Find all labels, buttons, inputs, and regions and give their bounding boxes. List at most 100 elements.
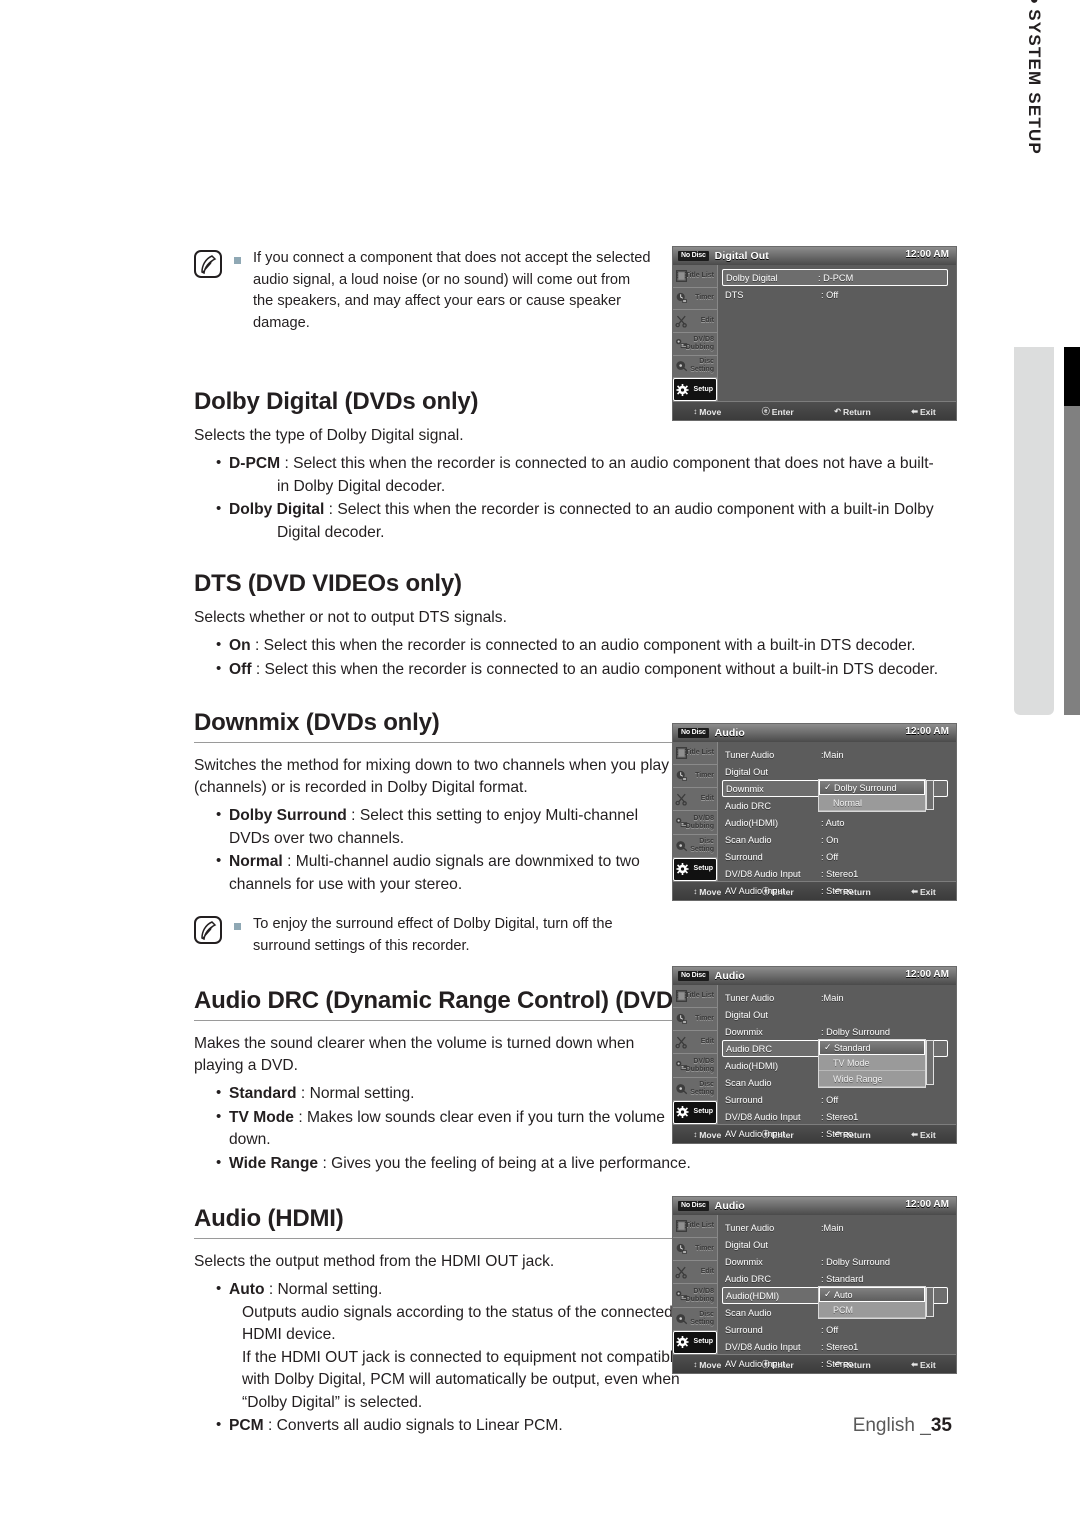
osd-footer-button-move[interactable]: ↕ Move <box>693 407 721 417</box>
osd-sidebar-item-setup[interactable]: Setup <box>673 378 717 401</box>
osd-screenshot-digital-out: No Disc Digital Out 12:00 AM Title List Time… <box>672 246 957 421</box>
camcorder-icon <box>675 816 688 829</box>
osd-sidebar-item-timer[interactable]: Timer <box>673 1238 717 1262</box>
scissors-icon <box>675 1036 688 1050</box>
osd-setting-row[interactable]: DV/D8 Audio Input: Stereo1 <box>718 1338 956 1355</box>
osd-dropdown-scrollbar[interactable] <box>926 1040 934 1085</box>
osd-setting-row[interactable]: Tuner Audio:Main <box>718 1219 956 1236</box>
osd-dropdown-item-label: Wide Range <box>833 1073 883 1084</box>
osd-dropdown-item[interactable]: ✓ Auto <box>819 1287 925 1302</box>
osd-dropdown-scrollbar[interactable] <box>926 1287 934 1317</box>
osd-sidebar-item-disc-setting[interactable]: Disc Setting <box>673 835 717 858</box>
gear-icon <box>676 1336 689 1349</box>
list-item: TV Mode : Makes low sounds clear even if… <box>216 1106 696 1152</box>
osd-setting-row[interactable]: DTS: Off <box>718 286 956 303</box>
osd-dropdown-item[interactable]: Wide Range <box>819 1071 925 1087</box>
osd-sidebar-item-edit[interactable]: Edit <box>673 310 717 333</box>
list-item: Dolby Digital : Select this when the rec… <box>216 498 954 544</box>
osd-dropdown-item[interactable]: ✓ Dolby Surround <box>819 780 925 795</box>
osd-setting-row[interactable]: DV/D8 Audio Input: Stereo1 <box>718 865 956 882</box>
osd-sidebar-item-timer[interactable]: Timer <box>673 288 717 311</box>
osd-setting-row[interactable]: Surround: Off <box>718 848 956 865</box>
osd-sidebar-item-title-list[interactable]: Title List <box>673 1215 717 1239</box>
osd-setting-row[interactable]: Digital Out <box>718 1006 956 1023</box>
osd-setting-label: AV Audio Input <box>725 885 786 896</box>
osd-sidebar-item-edit[interactable]: Edit <box>673 1261 717 1285</box>
osd-sidebar-item-timer[interactable]: Timer <box>673 1008 717 1032</box>
osd-sidebar-item-label: Setup <box>693 1108 713 1116</box>
osd-sidebar-item-setup[interactable]: Setup <box>673 1330 717 1354</box>
osd-footer-button-enter[interactable]: ⓔ Enter <box>762 406 794 417</box>
disc-icon <box>675 1312 688 1325</box>
no-disc-badge: No Disc <box>678 971 709 981</box>
osd-sidebar-item-label: Edit <box>700 1268 714 1276</box>
osd-clock: 12:00 AM <box>905 1199 949 1210</box>
osd-sidebar-item-dv-d8-dubbing[interactable]: DV/D8 Dubbing <box>673 1284 717 1308</box>
osd-sidebar-item-title-list[interactable]: Title List <box>673 265 717 288</box>
osd-setting-row[interactable]: DV/D8 Audio Input: Stereo1 <box>718 1108 956 1125</box>
osd-setting-row[interactable]: Tuner Audio:Main <box>718 989 956 1006</box>
osd-dropdown-scrollbar[interactable] <box>926 780 934 810</box>
osd-setting-label: Scan Audio <box>725 1307 772 1318</box>
osd-setting-label: Tuner Audio <box>725 992 775 1003</box>
osd-sidebar-item-disc-setting[interactable]: Disc Setting <box>673 1308 717 1331</box>
osd-footer-button-return[interactable]: ↶ Return <box>834 407 870 417</box>
osd-setting-row[interactable]: AV Audio Input: Stereo <box>718 1355 956 1372</box>
osd-sidebar-item-dv-d8-dubbing[interactable]: DV/D8 Dubbing <box>673 811 717 835</box>
osd-setting-row[interactable]: Surround: Off <box>718 1091 956 1108</box>
osd-dropdown-item[interactable]: PCM <box>819 1302 925 1318</box>
osd-dropdown[interactable]: ✓ Dolby Surround Normal <box>818 779 934 812</box>
osd-sidebar-item-label: Title List <box>685 271 714 279</box>
osd-setting-row[interactable]: Digital Out <box>718 1236 956 1253</box>
intro-dolby-digital: Selects the type of Dolby Digital signal… <box>194 427 464 444</box>
osd-dropdown-item[interactable]: TV Mode <box>819 1055 925 1071</box>
osd-dropdown-item[interactable]: Normal <box>819 795 925 811</box>
osd-sidebar-item-title-list[interactable]: Title List <box>673 742 717 766</box>
film-strip-icon <box>675 269 688 282</box>
osd-setting-row[interactable]: Dolby Digital: D-PCM <box>722 269 948 286</box>
gear-icon <box>676 1106 689 1119</box>
osd-sidebar-item-dv-d8-dubbing[interactable]: DV/D8 Dubbing <box>673 333 717 356</box>
osd-setting-value: : Auto <box>821 817 845 828</box>
osd-dropdown[interactable]: ✓ Auto PCM <box>818 1286 934 1319</box>
osd-setting-row[interactable]: Surround: Off <box>718 1321 956 1338</box>
bullet-dot-icon: ● <box>1026 0 1043 6</box>
osd-setting-row[interactable]: AV Audio Input : Stereo <box>718 882 956 899</box>
osd-sidebar-item-label: DV/D8 Dubbing <box>685 1057 714 1073</box>
list-item: PCM : Converts all audio signals to Line… <box>216 1414 696 1438</box>
scissors-icon <box>675 315 688 328</box>
osd-setting-row[interactable]: Downmix: Dolby Surround <box>718 1253 956 1270</box>
osd-setting-row[interactable]: AV Audio Input: Stereo <box>718 1125 956 1142</box>
osd-setting-row[interactable]: Downmix: Dolby Surround <box>718 1023 956 1040</box>
osd-sidebar-item-title-list[interactable]: Title List <box>673 985 717 1009</box>
osd-sidebar-item-disc-setting[interactable]: Disc Setting <box>673 356 717 379</box>
osd-setting-row[interactable]: Audio DRC: Standard <box>718 1270 956 1287</box>
osd-sidebar-item-timer[interactable]: Timer <box>673 765 717 789</box>
bullet-sep: : <box>324 501 338 518</box>
osd-setting-value: : Stereo <box>821 885 854 896</box>
osd-sidebar-item-setup[interactable]: Setup <box>673 1100 717 1124</box>
bullet-sep: : <box>280 455 294 472</box>
osd-setting-value: : On <box>821 834 839 845</box>
osd-dropdown-item-label: Standard <box>834 1042 871 1053</box>
osd-footer-button-exit[interactable]: ⬅ Exit <box>911 407 935 417</box>
osd-screenshot-audio-drc: No Disc Audio 12:00 AM Title List Timer Edit D… <box>672 966 957 1144</box>
osd-sidebar-item-dv-d8-dubbing[interactable]: DV/D8 Dubbing <box>673 1054 717 1078</box>
osd-setting-row[interactable]: Digital Out <box>718 763 956 780</box>
osd-sidebar-item-label: DV/D8 Dubbing <box>685 1287 714 1303</box>
osd-title: Audio <box>714 970 745 982</box>
osd-title: Audio <box>714 727 745 739</box>
osd-dropdown-item[interactable]: ✓ Standard <box>819 1040 925 1055</box>
camcorder-icon <box>675 337 688 350</box>
osd-sidebar: Title List Timer Edit DV/D8 Dubbing Disc Setti… <box>673 1215 718 1354</box>
scissors-icon <box>675 793 688 807</box>
osd-setting-row[interactable]: Audio(HDMI): Auto <box>718 814 956 831</box>
osd-sidebar-item-edit[interactable]: Edit <box>673 1031 717 1055</box>
osd-sidebar-item-edit[interactable]: Edit <box>673 788 717 812</box>
osd-setting-row[interactable]: Tuner Audio:Main <box>718 746 956 763</box>
osd-dropdown[interactable]: ✓ Standard TV Mode Wide Range <box>818 1039 934 1088</box>
osd-sidebar-item-disc-setting[interactable]: Disc Setting <box>673 1078 717 1101</box>
osd-setting-row[interactable]: Scan Audio: On <box>718 831 956 848</box>
clock-icon <box>675 292 688 305</box>
osd-sidebar-item-setup[interactable]: Setup <box>673 857 717 881</box>
